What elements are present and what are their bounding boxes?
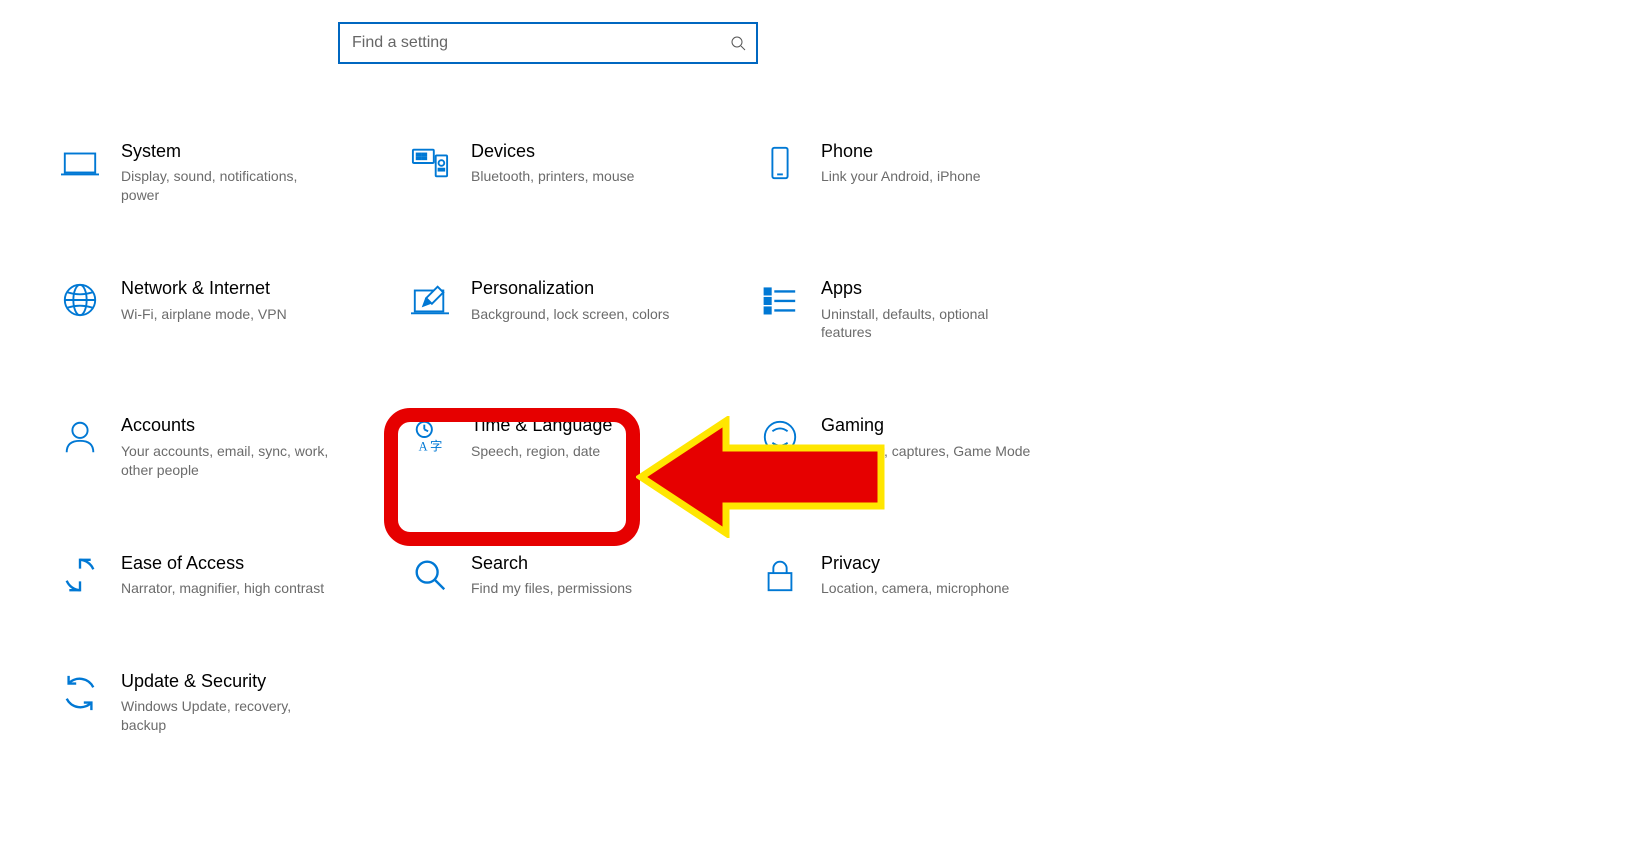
globe-icon: [61, 281, 99, 319]
tile-text: Update & Security Windows Update, recove…: [121, 670, 399, 735]
tile-desc: Bluetooth, printers, mouse: [471, 167, 681, 186]
gaming-icon: [761, 418, 799, 456]
sync-icon: [61, 674, 99, 712]
tile-accounts[interactable]: Accounts Your accounts, email, sync, wor…: [55, 404, 405, 489]
tile-desc: Narrator, magnifier, high contrast: [121, 579, 331, 598]
tile-title: Privacy: [821, 552, 1099, 575]
tile-search[interactable]: Search Find my files, permissions: [405, 542, 755, 608]
magnifier-icon: [411, 556, 449, 594]
tile-system[interactable]: System Display, sound, notifications, po…: [55, 130, 405, 215]
tile-title: Phone: [821, 140, 1099, 163]
tile-text: Apps Uninstall, defaults, optional featu…: [821, 277, 1099, 342]
tile-desc: Display, sound, notifications, power: [121, 167, 331, 205]
tile-ease-of-access[interactable]: Ease of Access Narrator, magnifier, high…: [55, 542, 405, 608]
tile-title: Apps: [821, 277, 1099, 300]
tile-title: Time & Language: [471, 414, 749, 437]
tile-title: Devices: [471, 140, 749, 163]
tile-title: Ease of Access: [121, 552, 399, 575]
search-input[interactable]: [338, 22, 758, 64]
tile-text: Phone Link your Android, iPhone: [821, 140, 1099, 186]
tile-gaming[interactable]: Gaming Game Bar, captures, Game Mode: [755, 404, 1105, 489]
tile-desc: Background, lock screen, colors: [471, 305, 681, 324]
tile-text: Time & Language Speech, region, date: [471, 414, 749, 460]
settings-grid: System Display, sound, notifications, po…: [55, 130, 1115, 745]
tile-text: Privacy Location, camera, microphone: [821, 552, 1099, 598]
tile-text: Gaming Game Bar, captures, Game Mode: [821, 414, 1099, 460]
tile-devices[interactable]: Devices Bluetooth, printers, mouse: [405, 130, 755, 215]
tile-title: Personalization: [471, 277, 749, 300]
search-icon: [730, 35, 746, 51]
tile-desc: Your accounts, email, sync, work, other …: [121, 442, 331, 480]
tile-network[interactable]: Network & Internet Wi-Fi, airplane mode,…: [55, 267, 405, 352]
tile-phone[interactable]: Phone Link your Android, iPhone: [755, 130, 1105, 215]
ease-of-access-icon: [61, 556, 99, 594]
tile-title: Gaming: [821, 414, 1099, 437]
tile-title: Update & Security: [121, 670, 399, 693]
tile-privacy[interactable]: Privacy Location, camera, microphone: [755, 542, 1105, 608]
tile-title: Search: [471, 552, 749, 575]
tile-desc: Find my files, permissions: [471, 579, 681, 598]
tile-title: Network & Internet: [121, 277, 399, 300]
svg-text:A: A: [419, 440, 428, 454]
tile-title: Accounts: [121, 414, 399, 437]
svg-text:字: 字: [430, 439, 442, 454]
time-language-icon: A 字: [411, 418, 449, 456]
search-container: [338, 22, 758, 64]
tile-desc: Game Bar, captures, Game Mode: [821, 442, 1031, 461]
tile-update-security[interactable]: Update & Security Windows Update, recove…: [55, 660, 405, 745]
tile-text: Ease of Access Narrator, magnifier, high…: [121, 552, 399, 598]
devices-icon: [411, 144, 449, 182]
personalization-icon: [411, 281, 449, 319]
tile-desc: Location, camera, microphone: [821, 579, 1031, 598]
tile-title: System: [121, 140, 399, 163]
tile-time-language[interactable]: A 字 Time & Language Speech, region, date: [405, 404, 755, 489]
tile-desc: Speech, region, date: [471, 442, 681, 461]
tile-desc: Windows Update, recovery, backup: [121, 697, 331, 735]
system-icon: [61, 144, 99, 182]
tile-desc: Wi-Fi, airplane mode, VPN: [121, 305, 331, 324]
phone-icon: [761, 144, 799, 182]
tile-desc: Uninstall, defaults, optional features: [821, 305, 1031, 343]
lock-icon: [761, 556, 799, 594]
apps-icon: [761, 281, 799, 319]
tile-personalization[interactable]: Personalization Background, lock screen,…: [405, 267, 755, 352]
tile-text: Search Find my files, permissions: [471, 552, 749, 598]
tile-apps[interactable]: Apps Uninstall, defaults, optional featu…: [755, 267, 1105, 352]
tile-text: Network & Internet Wi-Fi, airplane mode,…: [121, 277, 399, 323]
tile-text: System Display, sound, notifications, po…: [121, 140, 399, 205]
tile-text: Devices Bluetooth, printers, mouse: [471, 140, 749, 186]
tile-desc: Link your Android, iPhone: [821, 167, 1031, 186]
tile-text: Accounts Your accounts, email, sync, wor…: [121, 414, 399, 479]
person-icon: [61, 418, 99, 456]
tile-text: Personalization Background, lock screen,…: [471, 277, 749, 323]
